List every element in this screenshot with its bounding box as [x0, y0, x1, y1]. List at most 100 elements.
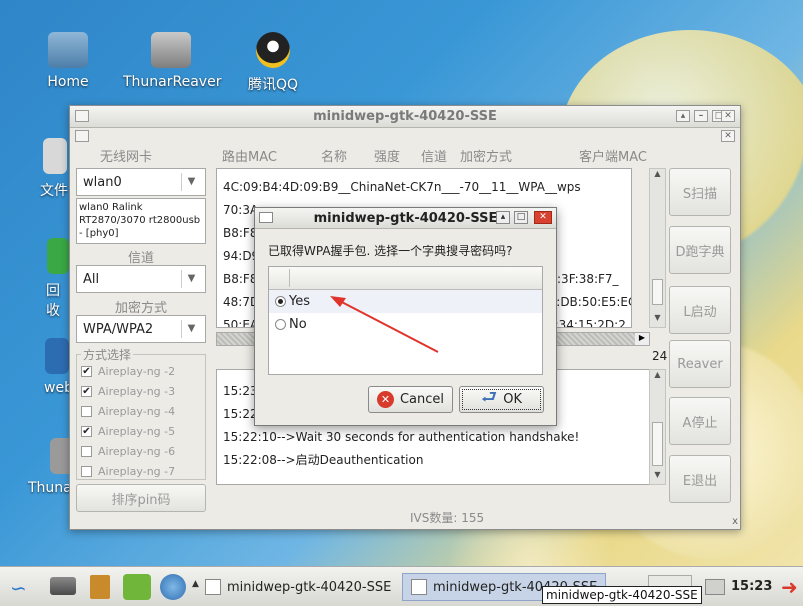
- scroll-down-icon[interactable]: ▼: [650, 313, 665, 327]
- method-option[interactable]: Aireplay-ng -4: [81, 405, 175, 418]
- scroll-right-icon[interactable]: ▶: [635, 333, 649, 345]
- desktop-icon-label: Thuna: [28, 480, 72, 496]
- method-option-label: Aireplay-ng -5: [98, 425, 176, 438]
- encryption-value: WPA/WPA2: [83, 321, 154, 337]
- window-menu-icon[interactable]: [75, 130, 89, 142]
- cancel-icon: ✕: [376, 391, 394, 408]
- dictionary-list[interactable]: Yes No: [268, 266, 543, 375]
- method-option[interactable]: ✔ Aireplay-ng -5: [81, 425, 175, 438]
- chevron-down-icon: ▼: [181, 173, 201, 191]
- option-no[interactable]: No: [269, 313, 542, 336]
- close-icon[interactable]: ✕: [721, 130, 735, 142]
- window-menu-icon[interactable]: [259, 212, 273, 223]
- desktop-icon-web[interactable]: web: [44, 338, 73, 396]
- desktop-icon-files[interactable]: 文件: [40, 138, 70, 200]
- method-option[interactable]: Aireplay-ng -6: [81, 445, 175, 458]
- show-desktop-icon[interactable]: [50, 577, 76, 595]
- checkbox[interactable]: ✔: [81, 366, 92, 377]
- col-strength: 强度: [374, 150, 401, 165]
- channel-select[interactable]: All ▼: [76, 265, 206, 293]
- clock[interactable]: 15:23: [731, 579, 772, 594]
- scroll-up-icon[interactable]: ▲: [650, 370, 665, 384]
- adapter-header: 无线网卡: [100, 150, 153, 165]
- desktop-icon-trash[interactable]: 回收: [46, 238, 70, 320]
- maximize-icon[interactable]: □: [514, 211, 528, 224]
- option-label: No: [289, 317, 307, 332]
- exit-button[interactable]: E退出: [669, 455, 731, 503]
- stop-button[interactable]: A停止: [669, 397, 731, 445]
- drive-icon[interactable]: [705, 579, 725, 595]
- log-line: 15:22:08-->启动Deauthentication: [223, 453, 424, 467]
- window-up-icon[interactable]: ▴: [496, 211, 510, 224]
- method-option-label: Aireplay-ng -2: [98, 365, 176, 378]
- desktop-icon-home[interactable]: Home: [45, 32, 91, 90]
- task-label: minidwep-gtk-40420-SSE: [227, 579, 392, 595]
- channel-label: 信道: [128, 251, 155, 266]
- checkbox[interactable]: ✔: [81, 386, 92, 397]
- close-icon[interactable]: ✕: [534, 211, 552, 224]
- log-scrollbar[interactable]: ▲ ▼: [649, 369, 666, 485]
- checkbox[interactable]: [81, 446, 92, 457]
- scroll-up-icon[interactable]: ▲: [650, 169, 665, 183]
- dictionary-button[interactable]: D跑字典: [669, 226, 731, 274]
- web-browser-icon[interactable]: [160, 574, 186, 600]
- checkbox[interactable]: [81, 466, 92, 477]
- sort-pin-button[interactable]: 排序pin码: [76, 484, 206, 512]
- checkbox[interactable]: ✔: [81, 426, 92, 437]
- radio-button[interactable]: [275, 296, 286, 307]
- radio-button[interactable]: [275, 319, 286, 330]
- method-option[interactable]: Aireplay-ng -7: [81, 465, 175, 478]
- cancel-button[interactable]: ✕ Cancel: [368, 386, 453, 413]
- dialog-titlebar[interactable]: minidwep-gtk-40420-SSE ▴ □ ✕: [255, 208, 556, 229]
- network-list-scrollbar[interactable]: ▲ ▼: [649, 168, 666, 328]
- reaver-button[interactable]: Reaver: [669, 340, 731, 388]
- taskbar-task[interactable]: minidwep-gtk-40420-SSE: [205, 573, 391, 601]
- window-titlebar[interactable]: minidwep-gtk-40420-SSE ▴ – □ ✕: [70, 106, 740, 128]
- encryption-select[interactable]: WPA/WPA2 ▼: [76, 315, 206, 343]
- desktop-icon-label: 腾讯QQ: [247, 77, 299, 93]
- logout-icon[interactable]: ➜: [781, 575, 801, 599]
- scroll-thumb[interactable]: [652, 422, 663, 466]
- desktop-icon-label: ThunarReaver: [123, 74, 222, 90]
- method-option[interactable]: ✔ Aireplay-ng -3: [81, 385, 175, 398]
- method-option-label: Aireplay-ng -3: [98, 385, 176, 398]
- resize-grip-icon[interactable]: x: [732, 516, 738, 527]
- col-encryption: 加密方式: [460, 150, 513, 165]
- col-client-mac: 客户端MAC: [579, 150, 647, 165]
- minimize-icon[interactable]: –: [694, 110, 708, 122]
- task-icon: [205, 579, 221, 595]
- desktop-icon-qq[interactable]: 腾讯QQ: [245, 32, 301, 94]
- desktop-icon-label: 回收: [46, 283, 60, 319]
- method-option-label: Aireplay-ng -7: [98, 465, 176, 478]
- thunarreaver-icon: [151, 32, 191, 68]
- app-menu-icon[interactable]: ∽: [10, 576, 34, 600]
- method-option[interactable]: ✔ Aireplay-ng -2: [81, 365, 175, 378]
- ok-button[interactable]: ⮐ OK: [459, 386, 544, 413]
- scroll-thumb[interactable]: [652, 279, 663, 305]
- method-group: 方式选择 ✔ Aireplay-ng -2 ✔ Aireplay-ng -3 A…: [76, 346, 206, 480]
- option-yes[interactable]: Yes: [269, 290, 542, 313]
- ok-label: OK: [503, 392, 522, 407]
- method-label: 方式选择: [81, 346, 134, 363]
- tray-arrow-icon[interactable]: ▲: [192, 579, 199, 589]
- col-channel: 信道: [421, 150, 448, 165]
- close-icon[interactable]: ✕: [721, 110, 735, 122]
- desktop-icon-thunar[interactable]: Thuna: [28, 438, 74, 496]
- checkbox[interactable]: [81, 406, 92, 417]
- window-up-icon[interactable]: ▴: [676, 110, 690, 122]
- adapter-select[interactable]: wlan0 ▼: [76, 168, 206, 196]
- scroll-down-icon[interactable]: ▼: [650, 470, 665, 484]
- web-browser-icon: [45, 338, 69, 374]
- trash-icon: [47, 238, 69, 274]
- text-editor-icon[interactable]: [123, 574, 151, 600]
- file-manager-icon[interactable]: [90, 575, 110, 599]
- scan-button[interactable]: S扫描: [669, 168, 731, 216]
- list-header: [269, 267, 542, 290]
- window-menu-icon[interactable]: [75, 110, 89, 122]
- window-title: minidwep-gtk-40420-SSE: [313, 109, 497, 124]
- tooltip: minidwep-gtk-40420-SSE: [542, 586, 702, 604]
- start-button[interactable]: L启动: [669, 286, 731, 334]
- desktop-icon-thunarreaver[interactable]: ThunarReaver: [123, 32, 222, 90]
- log-line: 15:22:10-->Wait 30 seconds for authentic…: [223, 430, 580, 444]
- chevron-down-icon: ▼: [181, 270, 201, 288]
